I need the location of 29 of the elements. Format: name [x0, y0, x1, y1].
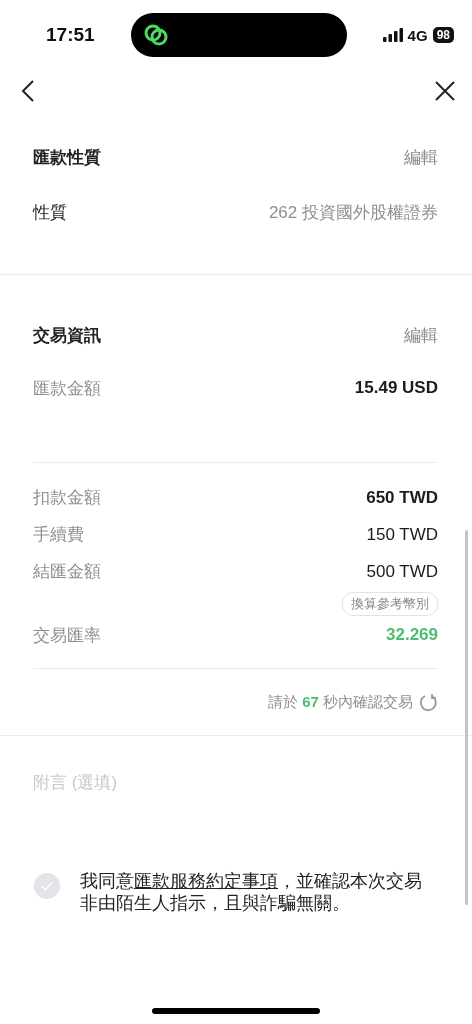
network-type: 4G: [407, 26, 428, 44]
agree-checkbox[interactable]: [34, 873, 60, 899]
countdown-text: 請於 67 秒內確認交易: [267, 692, 413, 712]
section-title: 匯款性質: [33, 146, 101, 169]
row-value: 500 TWD: [366, 561, 438, 582]
row-label: 匯款金額: [33, 377, 101, 400]
close-icon: [434, 80, 456, 102]
row-label: 手續費: [33, 524, 84, 546]
section-title: 交易資訊: [33, 324, 101, 347]
row-label: 性質: [33, 201, 67, 224]
row-label: 交易匯率: [33, 624, 101, 647]
agreement-text: 我同意匯款服務約定事項，並確認本次交易非由陌生人指示，且與詐騙無關。: [80, 870, 423, 914]
row-value: 15.49 USD: [354, 378, 438, 398]
row-label: 扣款金額: [33, 487, 101, 509]
battery-level: 98: [432, 27, 454, 43]
refresh-icon[interactable]: [419, 692, 438, 712]
edit-button[interactable]: 編輯: [404, 145, 438, 169]
row-value: 262 投資國外股權證券: [268, 201, 438, 224]
row-value: 650 TWD: [366, 487, 438, 508]
terms-link[interactable]: 匯款服務約定事項: [134, 871, 278, 891]
signal-icon: [382, 28, 403, 42]
row-value: 150 TWD: [366, 524, 438, 545]
edit-button[interactable]: 編輯: [404, 323, 438, 347]
row-label: 結匯金額: [33, 561, 101, 583]
check-icon: [41, 881, 53, 891]
linked-rings-icon: [142, 23, 169, 47]
status-time: 17:51: [46, 24, 95, 46]
row-value: 32.269: [386, 625, 438, 645]
currency-chip[interactable]: 換算參考幣別: [342, 592, 438, 616]
